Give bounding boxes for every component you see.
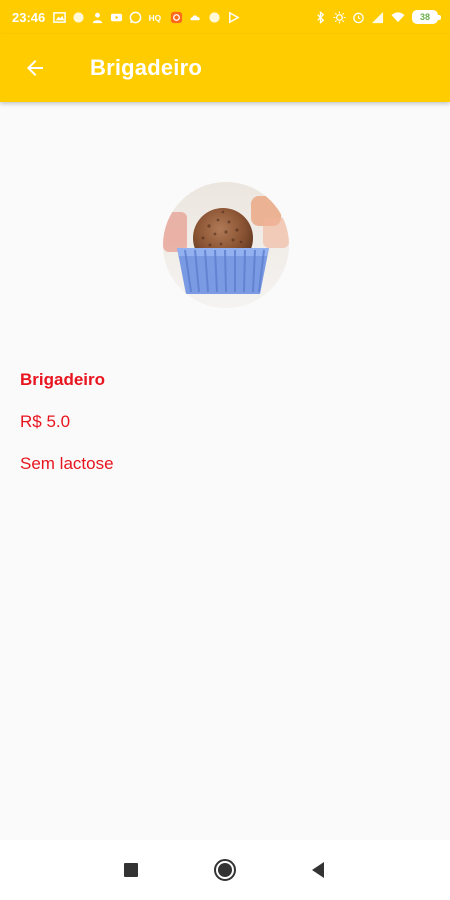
home-button[interactable] xyxy=(205,850,245,890)
youtube-icon xyxy=(111,13,123,21)
product-name: Brigadeiro xyxy=(20,370,106,389)
product-price: R$ 5.0 xyxy=(20,412,71,431)
product-description: Sem lactose xyxy=(20,454,114,473)
circle-app-icon xyxy=(73,11,84,23)
status-bar-left: 23:46 HQ xyxy=(12,10,240,25)
alarm-icon xyxy=(353,12,364,23)
status-time: 23:46 xyxy=(12,9,46,25)
system-nav-bar xyxy=(0,840,450,900)
status-bar-right: 38 xyxy=(314,10,441,24)
product-info: Brigadeiro R$ 5.0 Sem lactose xyxy=(20,370,114,474)
triangle-left-icon xyxy=(312,862,324,878)
product-image xyxy=(163,182,289,308)
back-button[interactable] xyxy=(0,34,72,102)
hq-icon: HQ xyxy=(149,13,162,23)
signal-icon xyxy=(371,11,384,23)
cloud-icon xyxy=(190,14,201,20)
square-icon xyxy=(124,863,138,877)
svg-text:HQ: HQ xyxy=(149,13,162,23)
app-orange-icon xyxy=(171,11,183,23)
page-title: Brigadeiro xyxy=(90,55,203,80)
product-detail: Brigadeiro R$ 5.0 Sem lactose xyxy=(0,102,450,840)
wifi-icon xyxy=(391,11,405,22)
app-toolbar: Brigadeiro xyxy=(0,34,450,102)
battery-icon: 38 xyxy=(412,10,441,24)
brightness-icon xyxy=(333,10,346,24)
gallery-icon xyxy=(53,11,67,23)
brigadeiro-illustration xyxy=(163,182,289,308)
whatsapp-icon xyxy=(129,11,142,23)
circle-app-icon-2 xyxy=(209,11,220,23)
circle-icon xyxy=(214,859,236,881)
arrow-left-icon xyxy=(27,60,43,76)
recents-button[interactable] xyxy=(111,850,151,890)
back-nav-button[interactable] xyxy=(298,850,338,890)
status-bar: 23:46 HQ 38 xyxy=(0,0,450,34)
play-store-icon xyxy=(229,11,240,23)
battery-level: 38 xyxy=(419,12,430,22)
bluetooth-icon xyxy=(317,10,325,24)
person-icon xyxy=(93,12,103,23)
